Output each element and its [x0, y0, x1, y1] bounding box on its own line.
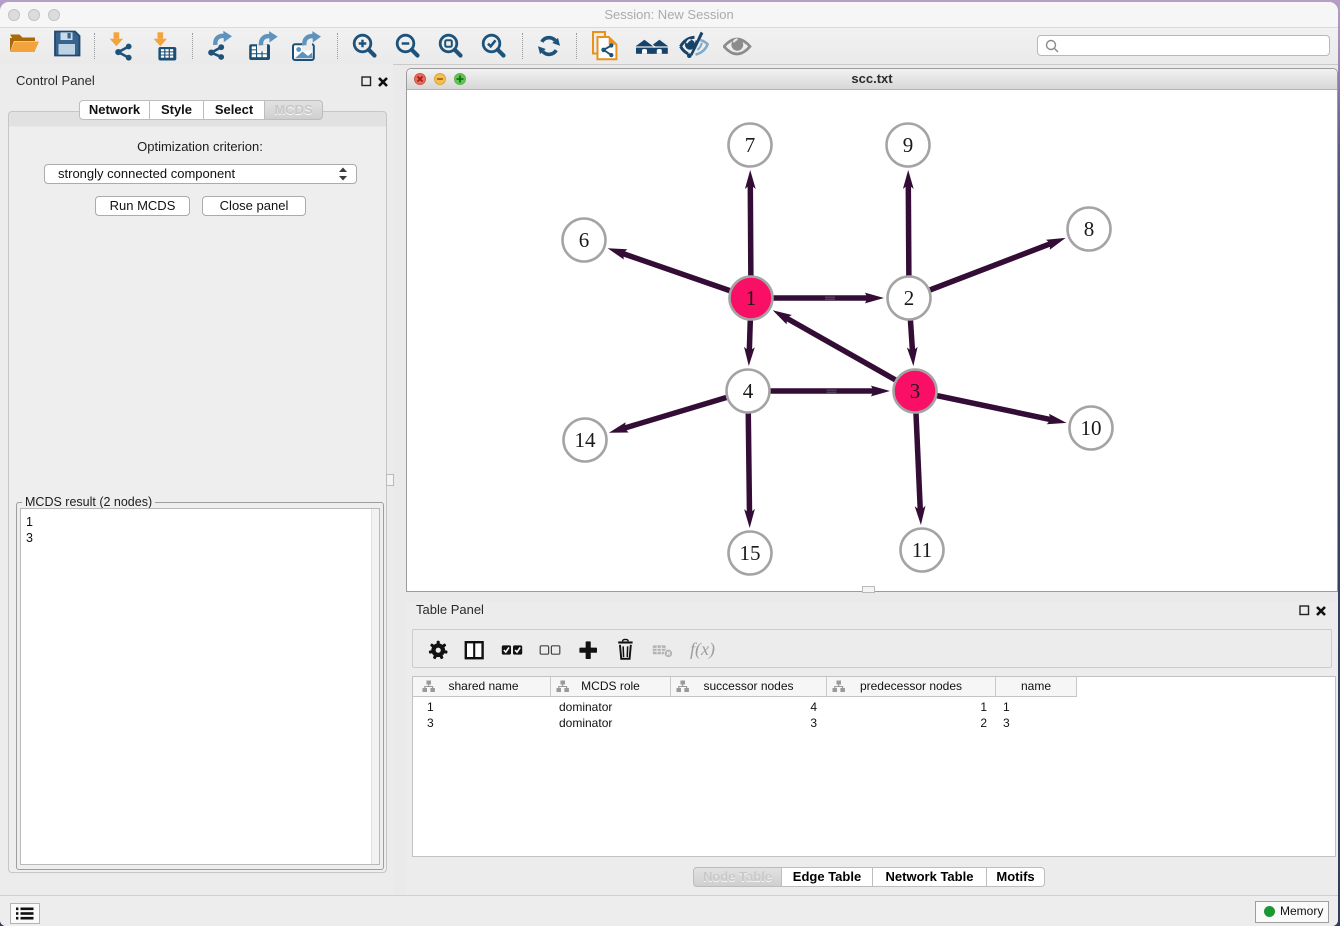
- svg-text:2: 2: [904, 286, 915, 310]
- svg-text:6: 6: [579, 228, 590, 252]
- svg-text:9: 9: [903, 133, 914, 157]
- svg-text:3: 3: [910, 379, 921, 403]
- svg-text:11: 11: [912, 538, 932, 562]
- svg-text:1: 1: [746, 286, 757, 310]
- svg-text:15: 15: [740, 541, 761, 565]
- svg-text:14: 14: [575, 428, 597, 452]
- svg-text:4: 4: [743, 379, 754, 403]
- svg-text:10: 10: [1081, 416, 1102, 440]
- svg-text:7: 7: [745, 133, 756, 157]
- svg-text:8: 8: [1084, 217, 1095, 241]
